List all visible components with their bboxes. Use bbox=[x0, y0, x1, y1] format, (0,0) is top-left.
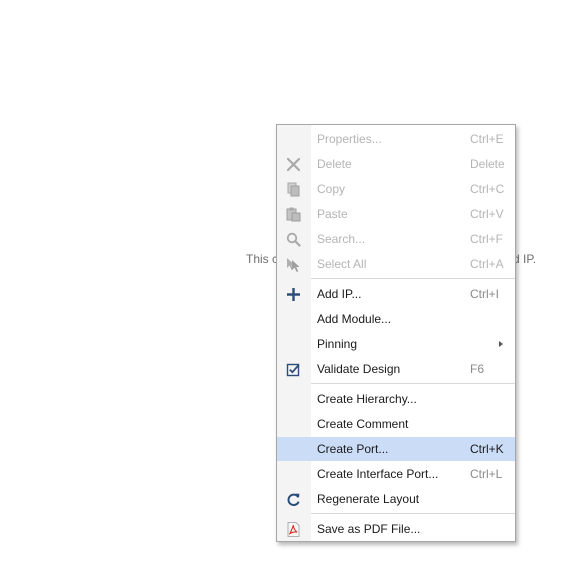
menu-item-label: Create Hierarchy... bbox=[317, 392, 417, 406]
menu-item-shortcut: Ctrl+E bbox=[470, 132, 504, 146]
menu-item-create-interface-port[interactable]: Create Interface Port... Ctrl+L bbox=[277, 462, 515, 486]
menu-item-shortcut: Delete bbox=[470, 157, 505, 171]
menu-item-shortcut: Ctrl+F bbox=[470, 232, 503, 246]
refresh-icon bbox=[286, 492, 301, 507]
x-icon bbox=[286, 157, 301, 172]
menu-separator bbox=[311, 278, 515, 279]
menu-item-shortcut: Ctrl+I bbox=[470, 287, 500, 301]
menu-item-paste[interactable]: Paste Ctrl+V bbox=[277, 202, 515, 226]
menu-item-pinning[interactable]: Pinning bbox=[277, 332, 515, 356]
submenu-arrow-icon bbox=[499, 341, 503, 347]
menu-item-copy[interactable]: Copy Ctrl+C bbox=[277, 177, 515, 201]
menu-item-label: Delete bbox=[317, 157, 352, 171]
menu-item-shortcut: Ctrl+L bbox=[470, 467, 503, 481]
menu-item-label: Create Port... bbox=[317, 442, 389, 456]
menu-item-add-module[interactable]: Add Module... bbox=[277, 307, 515, 331]
menu-item-label: Paste bbox=[317, 207, 348, 221]
menu-item-search[interactable]: Search... Ctrl+F bbox=[277, 227, 515, 251]
canvas[interactable]: This c d IP. Properties... Ctrl+E Delete… bbox=[0, 0, 576, 576]
paste-icon bbox=[286, 207, 301, 222]
plus-icon bbox=[286, 287, 301, 302]
menu-item-shortcut: Ctrl+A bbox=[470, 257, 504, 271]
menu-item-label: Add Module... bbox=[317, 312, 392, 326]
menu-item-delete[interactable]: Delete Delete bbox=[277, 152, 515, 176]
select-all-icon bbox=[286, 257, 301, 272]
menu-separator bbox=[311, 383, 515, 384]
menu-item-label: Copy bbox=[317, 182, 346, 196]
menu-item-label: Properties... bbox=[317, 132, 382, 146]
menu-item-save-as-pdf[interactable]: Save as PDF File... bbox=[277, 517, 515, 541]
menu-item-shortcut: F6 bbox=[470, 362, 485, 376]
menu-item-label: Pinning bbox=[317, 337, 358, 351]
menu-item-label: Create Interface Port... bbox=[317, 467, 439, 481]
menu-item-label: Select All bbox=[317, 257, 367, 271]
menu-separator bbox=[311, 513, 515, 514]
background-message-right: d IP. bbox=[513, 252, 537, 266]
menu-item-shortcut: Ctrl+K bbox=[470, 442, 504, 456]
menu-item-regenerate-layout[interactable]: Regenerate Layout bbox=[277, 487, 515, 511]
menu-item-label: Create Comment bbox=[317, 417, 409, 431]
search-icon bbox=[286, 232, 301, 247]
pdf-icon bbox=[286, 522, 301, 537]
menu-item-create-port[interactable]: Create Port... Ctrl+K bbox=[277, 437, 515, 461]
menu-item-properties[interactable]: Properties... Ctrl+E bbox=[277, 127, 515, 151]
menu-item-select-all[interactable]: Select All Ctrl+A bbox=[277, 252, 515, 276]
menu-item-create-hierarchy[interactable]: Create Hierarchy... bbox=[277, 387, 515, 411]
copy-icon bbox=[286, 182, 301, 197]
menu-item-label: Validate Design bbox=[317, 362, 401, 376]
menu-item-label: Search... bbox=[317, 232, 366, 246]
menu-item-label: Regenerate Layout bbox=[317, 492, 420, 506]
menu-item-label: Add IP... bbox=[317, 287, 362, 301]
menu-item-shortcut: Ctrl+C bbox=[470, 182, 505, 196]
validate-checkbox-icon bbox=[286, 362, 301, 377]
menu-item-validate-design[interactable]: Validate Design F6 bbox=[277, 357, 515, 381]
context-menu: Properties... Ctrl+E Delete Delete Copy … bbox=[276, 124, 516, 542]
menu-item-create-comment[interactable]: Create Comment bbox=[277, 412, 515, 436]
menu-item-label: Save as PDF File... bbox=[317, 522, 421, 536]
menu-item-shortcut: Ctrl+V bbox=[470, 207, 504, 221]
background-message-left: This c bbox=[246, 252, 279, 266]
menu-item-add-ip[interactable]: Add IP... Ctrl+I bbox=[277, 282, 515, 306]
